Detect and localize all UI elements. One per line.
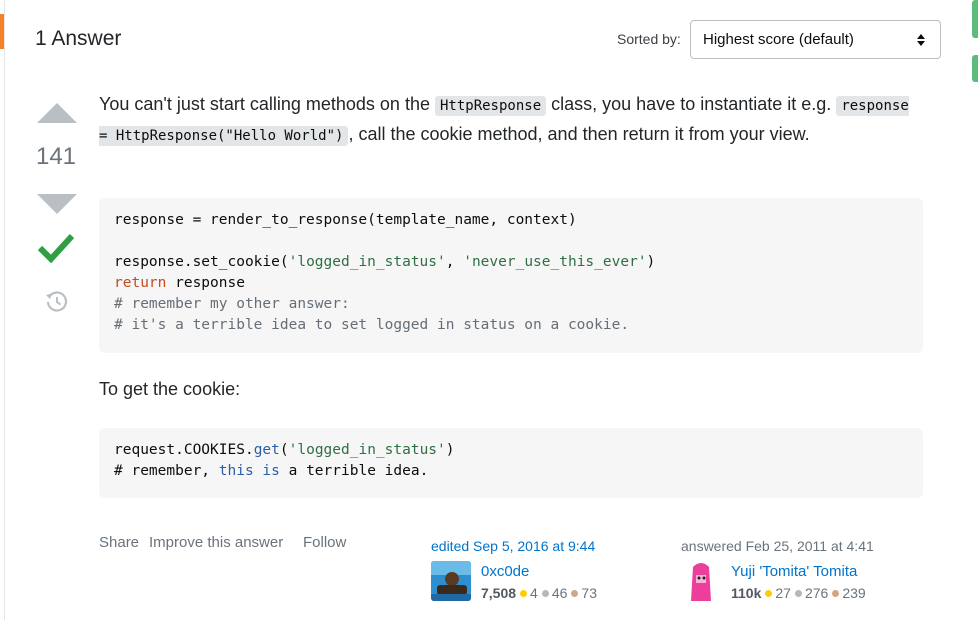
sidebar-edge-chip [972,55,978,82]
code-block-set-cookie: response = render_to_response(template_n… [99,198,923,353]
author-avatar[interactable] [681,561,721,601]
gold-badge-icon [765,590,773,598]
bronze-badge-count: 73 [581,585,597,601]
editor-avatar-image [431,561,471,601]
bronze-badge-count: 239 [842,585,866,601]
answer-text: You can't just start calling methods on … [99,94,435,114]
code-keyword: is [262,463,280,479]
sort-caret-icon [917,34,925,46]
code-token: # remember, [114,463,219,479]
reputation-score: 110k [731,585,762,601]
accepted-check-icon [38,233,74,263]
code-comment: # it's a terrible idea to set logged in … [114,317,630,333]
answer-text: , call the cookie method, and then retur… [348,124,810,144]
answer-body-paragraph-2: To get the cookie: [99,379,241,399]
editor-avatar[interactable] [431,561,471,601]
code-token: request.COOKIES. [114,442,254,458]
code-keyword: this [218,463,254,479]
gold-badge-count: 27 [775,585,791,601]
answers-count-title: 1 Answer [35,27,122,50]
sorted-by-label: Sorted by: [617,31,681,47]
gold-badge-count: 4 [530,585,538,601]
code-token: ( [279,442,289,458]
answer-text: class, you have to instantiate it e.g. [546,94,837,114]
code-block-get-cookie: request.COOKIES.get('logged_in_status') … [99,428,923,498]
bronze-badge-icon [571,590,579,598]
author-reputation: 110k 27 276 239 [731,585,866,601]
answer-body-paragraph: You can't just start calling methods on … [99,90,919,150]
vote-count: 141 [35,143,77,170]
follow-link[interactable]: Follow [303,534,346,551]
code-function: get [253,442,280,458]
code-keyword: return [114,275,167,291]
editor-reputation: 7,508 4 46 73 [481,585,597,601]
code-comment: # remember my other answer: [114,296,350,312]
author-avatar-image [681,561,721,601]
code-token: a terrible idea. [279,463,429,479]
code-string: 'never_use_this_ever' [463,254,647,270]
editor-name-link[interactable]: 0xc0de [481,563,529,580]
gold-badge-icon [520,590,528,598]
code-string: 'logged_in_status' [288,254,446,270]
reputation-score: 7,508 [481,585,517,601]
left-nav-border [4,0,5,620]
code-token: response.set_cookie( [114,254,289,270]
code-token: ) [646,254,656,270]
code-token: ) [445,442,455,458]
edited-timestamp-link[interactable]: edited Sep 5, 2016 at 9:44 [431,538,595,554]
code-token: response [166,275,245,291]
code-token: , [445,254,464,270]
sort-select[interactable]: Highest score (default) [690,20,941,59]
inline-code: HttpResponse [434,96,547,116]
answered-timestamp: answered Feb 25, 2011 at 4:41 [681,538,874,554]
silver-badge-count: 46 [551,585,568,601]
silver-badge-count: 276 [804,585,829,601]
code-line: response = render_to_response(template_n… [114,212,577,228]
share-link[interactable]: Share [99,534,139,551]
silver-badge-icon [541,590,549,598]
improve-answer-link[interactable]: Improve this answer [149,534,283,551]
vote-down-icon[interactable] [37,194,77,214]
silver-badge-icon [794,590,802,598]
code-string: 'logged_in_status' [288,442,446,458]
history-icon[interactable] [44,289,68,313]
sidebar-edge-chip [972,0,978,38]
bronze-badge-icon [832,590,840,598]
author-name-link[interactable]: Yuji 'Tomita' Tomita [731,563,857,580]
vote-up-icon[interactable] [37,103,77,123]
sort-select-value: Highest score (default) [703,31,854,48]
